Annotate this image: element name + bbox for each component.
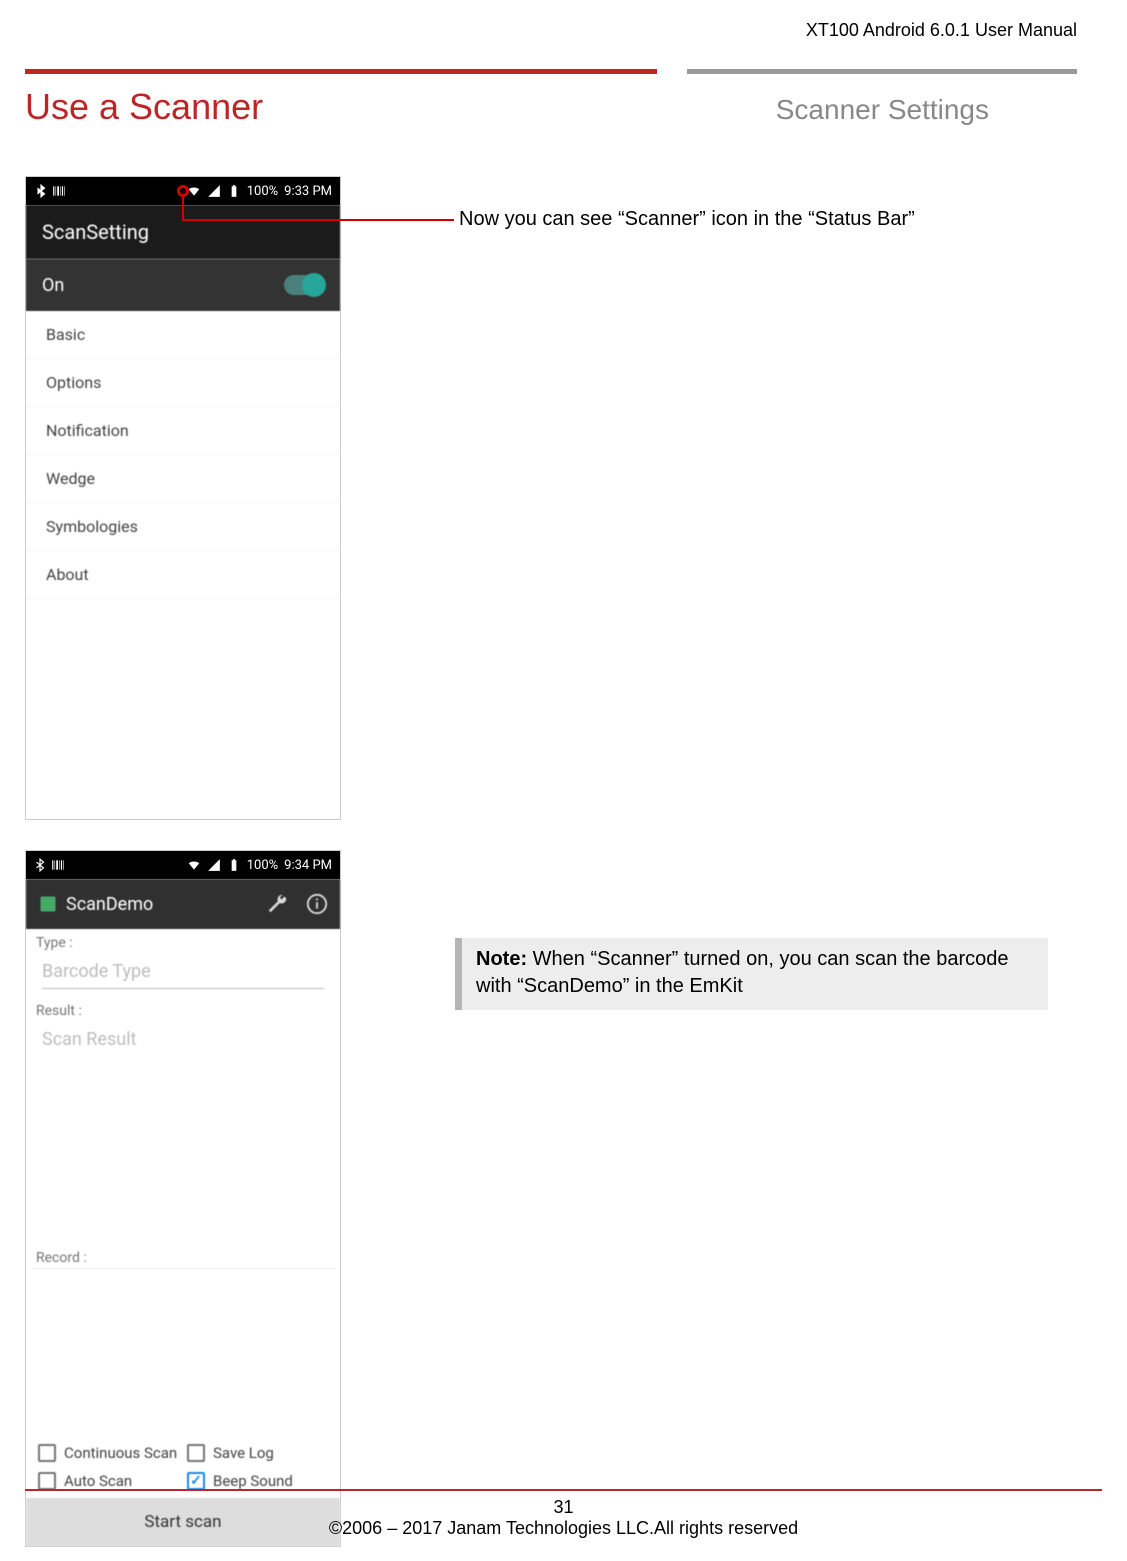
settings-item-notification[interactable]: Notification bbox=[26, 407, 340, 455]
wrench-icon[interactable] bbox=[266, 893, 288, 915]
checkbox-label: Beep Sound bbox=[213, 1472, 293, 1490]
signal-icon bbox=[207, 858, 221, 872]
type-field[interactable]: Barcode Type bbox=[42, 955, 324, 989]
settings-item-symbologies[interactable]: Symbologies bbox=[26, 503, 340, 551]
rule-gray bbox=[687, 69, 1077, 74]
battery-icon bbox=[227, 858, 241, 872]
settings-item-options[interactable]: Options bbox=[26, 359, 340, 407]
title-left: Use a Scanner bbox=[25, 86, 263, 128]
callout-dot bbox=[177, 185, 189, 197]
page-footer: 31 ©2006 – 2017 Janam Technologies LLC.A… bbox=[0, 1489, 1127, 1539]
doc-header: XT100 Android 6.0.1 User Manual bbox=[25, 20, 1077, 41]
record-area bbox=[32, 1268, 334, 1436]
record-label: Record : bbox=[26, 1244, 340, 1268]
appbar-scandemo: ScanDemo bbox=[26, 879, 340, 929]
battery-icon bbox=[227, 184, 241, 198]
screenshot-scandemo: 100% 9:34 PM ScanDemo Type : Barcode Typ… bbox=[25, 850, 341, 1547]
settings-list: Basic Options Notification Wedge Symbolo… bbox=[26, 311, 340, 819]
footer-rule bbox=[25, 1489, 1102, 1491]
info-icon[interactable] bbox=[306, 893, 328, 915]
checkbox-continuous[interactable]: Continuous Scan bbox=[38, 1444, 179, 1462]
callout-text: Now you can see “Scanner” icon in the “S… bbox=[459, 208, 915, 231]
title-right: Scanner Settings bbox=[776, 94, 989, 126]
checkbox-savelog[interactable]: Save Log bbox=[187, 1444, 328, 1462]
rule-red bbox=[25, 69, 657, 74]
status-time-2: 9:34 PM bbox=[284, 858, 332, 873]
barcode-icon bbox=[51, 858, 65, 872]
wifi-icon bbox=[187, 858, 201, 872]
checkbox-label: Auto Scan bbox=[64, 1472, 132, 1490]
screenshot-scansetting: 100% 9:33 PM ScanSetting On Basic Option… bbox=[25, 176, 341, 820]
bluetooth-icon bbox=[33, 858, 47, 872]
header-rules bbox=[25, 69, 1077, 74]
note-label: Note: bbox=[476, 948, 527, 970]
bluetooth-icon bbox=[34, 184, 48, 198]
on-toggle-row[interactable]: On bbox=[26, 259, 340, 311]
settings-item-basic[interactable]: Basic bbox=[26, 311, 340, 359]
checkbox-label: Continuous Scan bbox=[64, 1444, 177, 1462]
page-titles: Use a Scanner Scanner Settings bbox=[25, 86, 1077, 128]
scandemo-app-icon bbox=[38, 894, 58, 914]
result-field[interactable]: Scan Result bbox=[42, 1023, 324, 1056]
status-bar-2: 100% 9:34 PM bbox=[26, 851, 340, 879]
copyright: ©2006 – 2017 Janam Technologies LLC.All … bbox=[0, 1518, 1127, 1539]
note-box: Note: When “Scanner” turned on, you can … bbox=[455, 938, 1048, 1010]
checkbox-beep[interactable]: Beep Sound bbox=[187, 1472, 328, 1490]
battery-percent-2: 100% bbox=[247, 858, 278, 873]
callout-line-horizontal bbox=[182, 219, 454, 221]
type-label: Type : bbox=[26, 929, 340, 953]
checkbox-autoscan[interactable]: Auto Scan bbox=[38, 1472, 179, 1490]
note-text: When “Scanner” turned on, you can scan t… bbox=[476, 948, 1009, 997]
page-number: 31 bbox=[0, 1497, 1127, 1518]
checkbox-label: Save Log bbox=[213, 1444, 274, 1462]
result-area bbox=[26, 1064, 340, 1244]
callout-line-vertical bbox=[182, 197, 184, 219]
result-label: Result : bbox=[26, 997, 340, 1021]
status-time: 9:33 PM bbox=[284, 184, 332, 199]
barcode-icon bbox=[52, 184, 66, 198]
signal-icon bbox=[207, 184, 221, 198]
settings-item-about[interactable]: About bbox=[26, 551, 340, 599]
on-label: On bbox=[42, 275, 64, 296]
settings-item-wedge[interactable]: Wedge bbox=[26, 455, 340, 503]
battery-percent: 100% bbox=[247, 184, 278, 199]
toggle-switch[interactable] bbox=[284, 275, 324, 295]
scandemo-title: ScanDemo bbox=[66, 894, 153, 915]
